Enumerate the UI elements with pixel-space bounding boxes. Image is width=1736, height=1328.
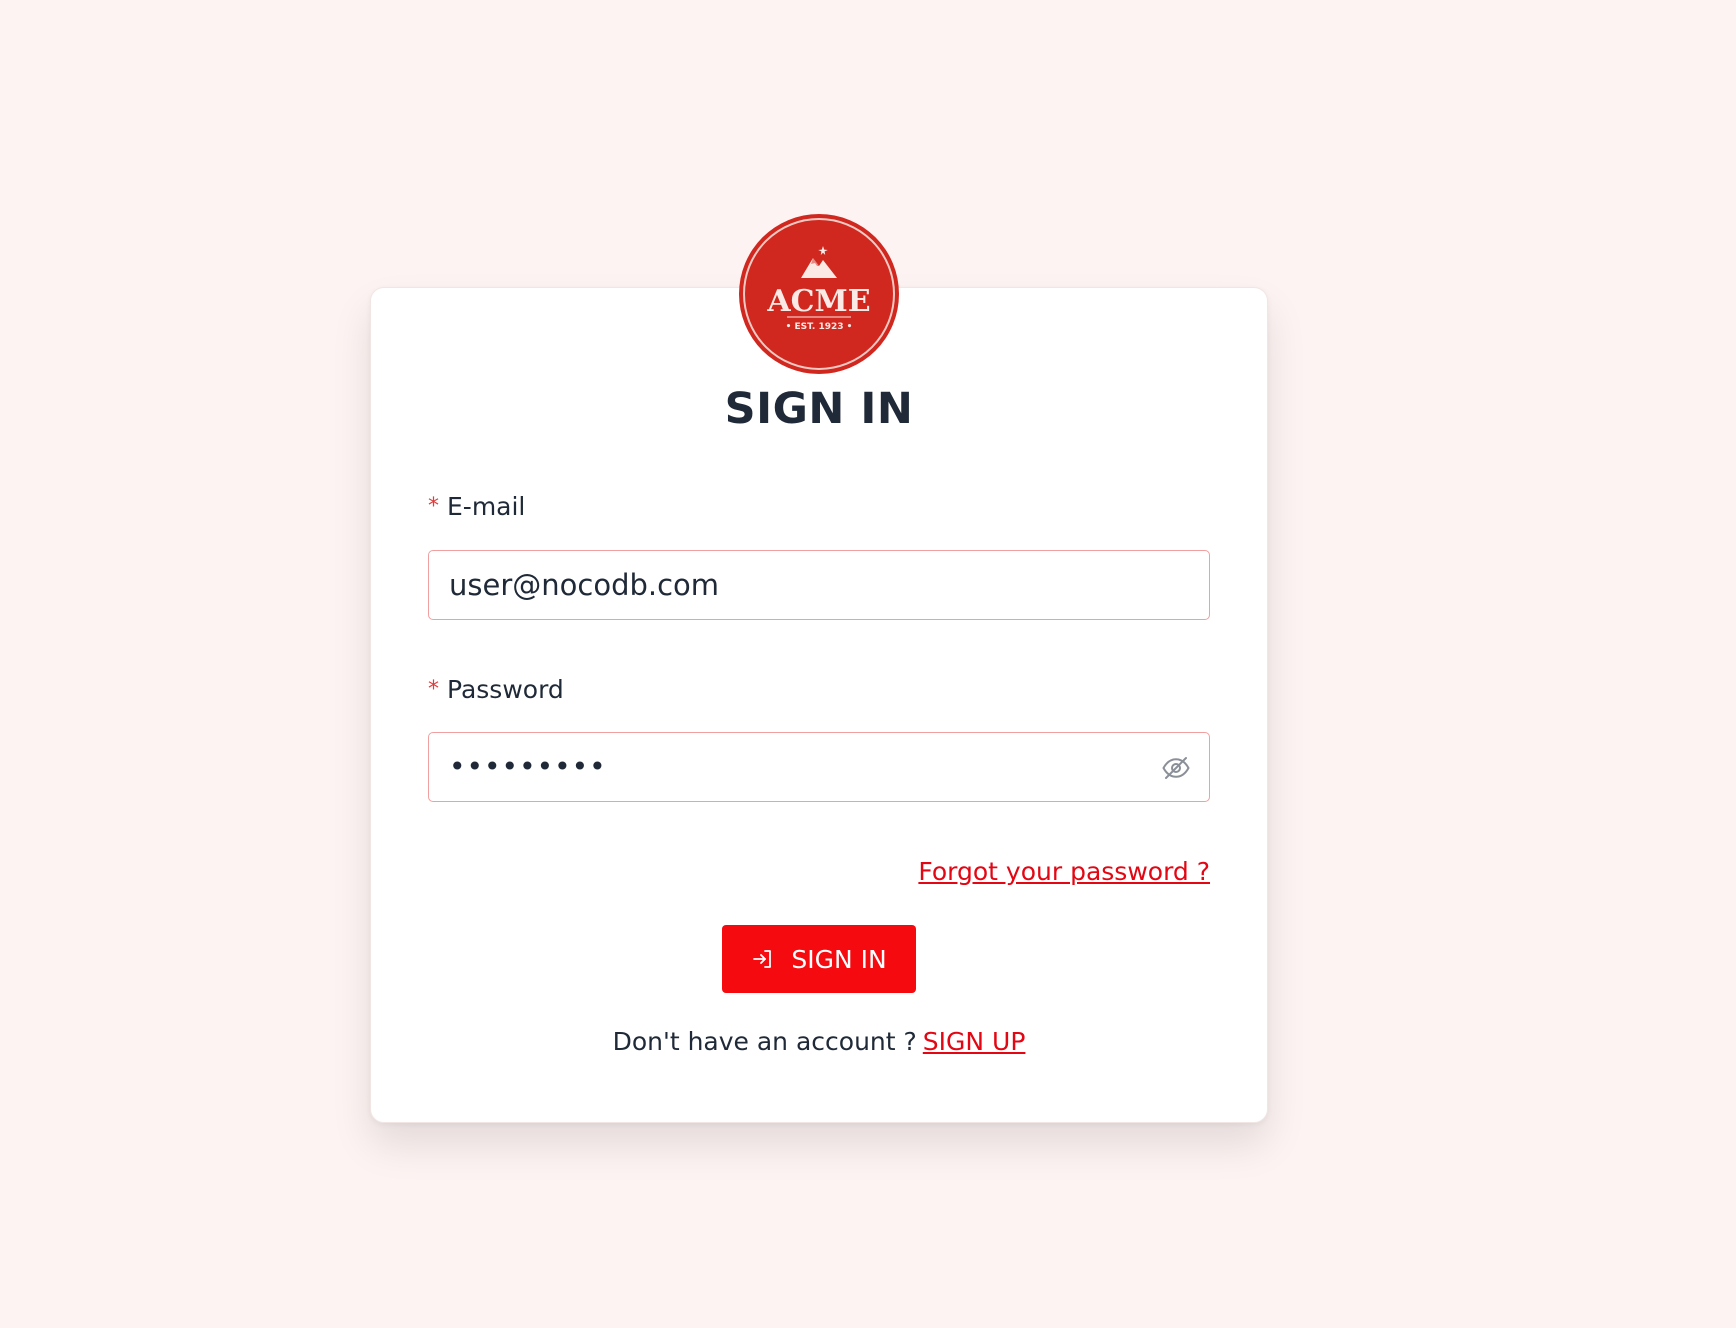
sign-in-button-label: SIGN IN: [791, 944, 887, 974]
login-icon: [753, 950, 772, 968]
acme-logo-icon: ACME • EST. 1923 •: [739, 214, 899, 374]
password-field[interactable]: •••••••••: [428, 732, 1210, 802]
eye-off-icon[interactable]: [1161, 753, 1191, 783]
password-value: •••••••••: [449, 750, 607, 783]
password-label-text: Password: [447, 675, 564, 704]
page-title: SIGN IN: [724, 384, 914, 434]
acme-logo: ACME • EST. 1923 •: [739, 214, 899, 374]
sign-in-button[interactable]: SIGN IN: [722, 925, 916, 993]
password-label: * Password: [428, 675, 564, 707]
svg-text:ACME: ACME: [766, 284, 870, 319]
email-value: user@nocodb.com: [449, 568, 720, 602]
required-mark: *: [428, 494, 439, 519]
email-label: * E-mail: [428, 492, 525, 524]
sign-up-link[interactable]: SIGN UP: [923, 1027, 1026, 1056]
signup-prompt: Don't have an account ? SIGN UP: [370, 1027, 1268, 1056]
required-mark: *: [428, 677, 439, 702]
forgot-password-link[interactable]: Forgot your password ?: [918, 857, 1210, 886]
email-field[interactable]: user@nocodb.com: [428, 550, 1210, 620]
email-label-text: E-mail: [447, 492, 526, 521]
signup-prompt-text: Don't have an account ?: [612, 1027, 917, 1056]
svg-text:• EST. 1923 •: • EST. 1923 •: [786, 322, 853, 332]
